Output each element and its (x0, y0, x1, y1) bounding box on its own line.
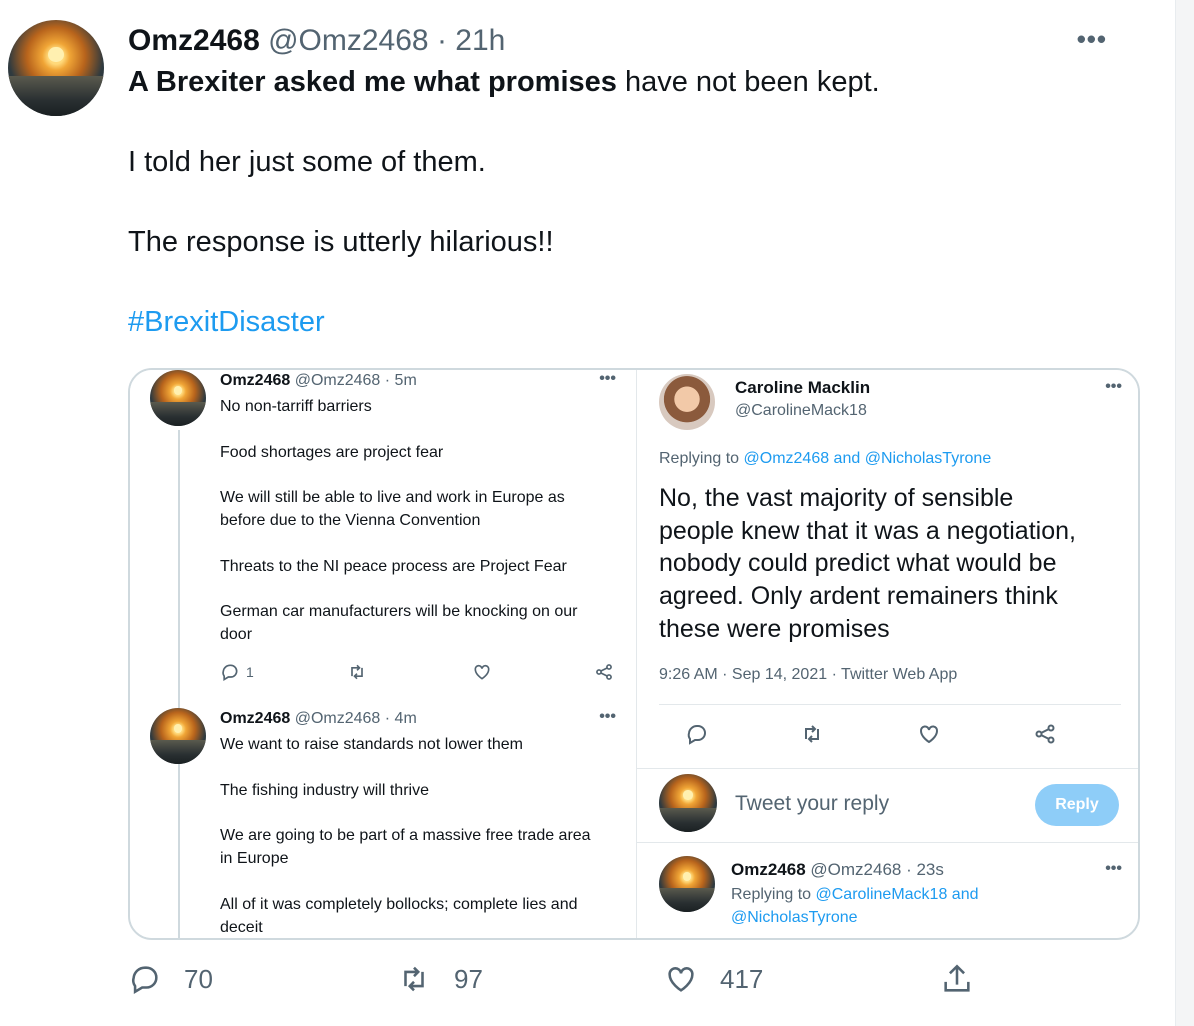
left-line: Threats to the NI peace process are Proj… (220, 558, 567, 575)
bottom-replying-line: Replying to @CarolineMack18 and (731, 886, 979, 903)
left-line: The fishing industry will thrive (220, 782, 429, 799)
left-line: No non-tarriff barriers (220, 398, 372, 415)
share-icon (944, 964, 970, 992)
left-avatar-1 (150, 370, 206, 426)
left-tweet1-header: Omz2468 @Omz2468 · 5m (220, 372, 417, 389)
left-line: We will still be able to live and work i… (220, 489, 565, 506)
reply-icon (132, 966, 158, 995)
like-icon (917, 722, 941, 746)
left-tweet2-header: Omz2468 @Omz2468 · 4m (220, 710, 417, 727)
replying-to: Replying to @Omz2468 and @NicholasTyrone (659, 450, 992, 467)
image-right-pane: Caroline Macklin @CarolineMack18 ••• Rep… (636, 370, 1138, 938)
left-more-icon-1: ••• (599, 370, 616, 387)
caroline-name: Caroline Macklin (735, 378, 871, 397)
right-actions (685, 722, 1105, 746)
share-icon (1033, 722, 1057, 746)
retweet-icon (346, 662, 368, 682)
share-action[interactable] (940, 962, 974, 996)
left-line: before due to the Vienna Convention (220, 512, 481, 529)
left-tweet1-actions: 1 (220, 662, 620, 686)
reply-icon: 1 (220, 662, 254, 682)
bottom-avatar (659, 856, 715, 912)
divider (637, 842, 1138, 843)
image-left-pane: Omz2468 @Omz2468 · 5m ••• No non-tarriff… (130, 370, 636, 938)
tweet-header: Omz2468 @Omz2468 · 21h (128, 24, 505, 58)
tweet-text-line-2: I told her just some of them. (128, 146, 486, 178)
like-icon (472, 662, 492, 682)
left-avatar-2 (150, 708, 206, 764)
left-line: in Europe (220, 850, 289, 867)
caroline-handle: @CarolineMack18 (735, 402, 867, 419)
tweet-reply-input: Tweet your reply (735, 792, 890, 815)
divider (659, 704, 1121, 705)
tweet-time[interactable]: · 21h (437, 24, 505, 57)
reply-meta: 9:26 AM · Sep 14, 2021 · Twitter Web App (659, 666, 958, 683)
left-line: Food shortages are project fear (220, 444, 444, 461)
share-icon (594, 662, 614, 682)
left-line: All of it was completely bollocks; compl… (220, 896, 578, 913)
retweet-action[interactable]: 97 (396, 962, 483, 996)
retweet-icon (799, 722, 825, 746)
bottom-tweet-header: Omz2468 @Omz2468 · 23s (731, 860, 944, 879)
left-line: German car manufacturers will be knockin… (220, 603, 578, 620)
tweet-card: Omz2468 @Omz2468 · 21h ••• A Brexiter as… (0, 0, 1176, 1026)
left-line: deceit (220, 919, 263, 936)
reply-body-line: agreed. Only ardent remainers think (659, 582, 1058, 610)
reply-body-line: people knew that it was a negotiation, (659, 517, 1076, 545)
reply-count: 70 (184, 963, 213, 994)
author-avatar[interactable] (8, 20, 104, 116)
bottom-replying-line-2: @NicholasTyrone (731, 909, 858, 926)
left-line: door (220, 626, 253, 643)
reply-body-line: these were promises (659, 615, 890, 643)
author-name[interactable]: Omz2468 (128, 24, 260, 57)
attached-image[interactable]: Omz2468 @Omz2468 · 5m ••• No non-tarriff… (128, 368, 1140, 940)
left-line: We are going to be part of a massive fre… (220, 827, 591, 844)
reply-body-line: nobody could predict what would be (659, 549, 1057, 577)
tweet-text-line-1: A Brexiter asked me what promises have n… (128, 66, 880, 98)
bottom-more-icon: ••• (1105, 860, 1122, 877)
more-options-icon[interactable]: ••• (1077, 24, 1107, 55)
reply-icon (685, 722, 709, 746)
retweet-count: 97 (454, 963, 483, 994)
thread-line (178, 430, 180, 938)
left-line: We want to raise standards not lower the… (220, 736, 523, 753)
left-more-icon-2: ••• (599, 708, 616, 725)
reply-action[interactable]: 70 (128, 962, 213, 996)
author-handle[interactable]: @Omz2468 (268, 24, 429, 57)
like-action[interactable]: 417 (664, 962, 763, 996)
retweet-icon (404, 966, 424, 992)
like-count: 417 (720, 963, 764, 994)
divider (637, 768, 1138, 769)
reply-avatar (659, 774, 717, 832)
reply-body-line: No, the vast majority of sensible (659, 484, 1014, 512)
caroline-avatar (659, 374, 715, 430)
like-icon (668, 967, 694, 992)
reply-button: Reply (1035, 784, 1119, 826)
hashtag-link[interactable]: #BrexitDisaster (128, 306, 325, 339)
tweet-actions: 70 97 417 (128, 962, 1008, 1006)
tweet-text-line-3: The response is utterly hilarious!! (128, 226, 554, 258)
right-more-icon: ••• (1105, 378, 1122, 395)
